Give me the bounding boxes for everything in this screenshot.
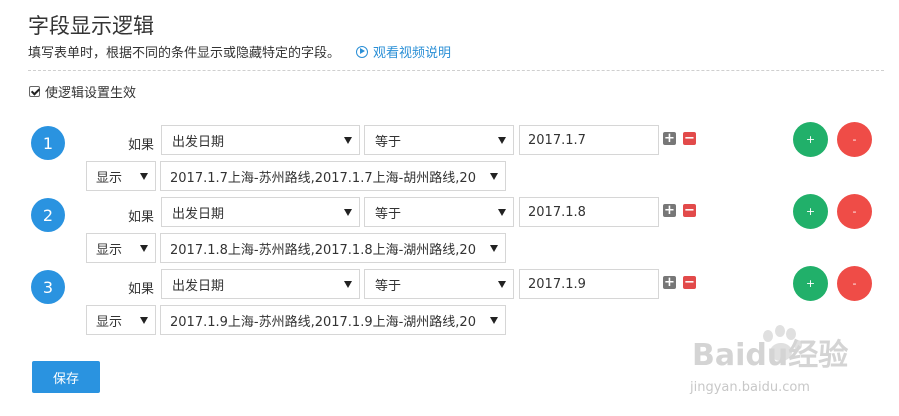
rule-number-badge: 1 [31, 126, 65, 160]
chevron-down-icon [490, 173, 498, 180]
target-fields-value: 2017.1.7上海-苏州路线,2017.1.7上海-胡州路线,20 [170, 170, 476, 186]
divider [28, 70, 884, 71]
action-select[interactable]: 显示 [86, 233, 156, 263]
chevron-down-icon [344, 209, 352, 216]
add-rule-button[interactable]: + [793, 122, 828, 157]
remove-condition-icon[interactable]: − [683, 132, 696, 145]
page-title: 字段显示逻辑 [28, 14, 154, 38]
action-select[interactable]: 显示 [86, 161, 156, 191]
condition-field-value: 出发日期 [172, 206, 225, 222]
condition-operator-select[interactable]: 等于 [364, 197, 514, 227]
action-value: 显示 [96, 170, 123, 186]
chevron-down-icon [140, 317, 148, 324]
save-button[interactable]: 保存 [32, 361, 100, 393]
remove-rule-button[interactable]: - [837, 266, 872, 301]
chevron-down-icon [490, 245, 498, 252]
action-value: 显示 [96, 242, 123, 258]
if-label: 如果 [128, 210, 155, 225]
condition-field-value: 出发日期 [172, 134, 225, 150]
enable-logic-label: 使逻辑设置生效 [45, 86, 137, 101]
chevron-down-icon [140, 173, 148, 180]
add-rule-button[interactable]: + [793, 266, 828, 301]
watermark-url: jingyan.baidu.com [690, 380, 810, 395]
remove-rule-button[interactable]: - [837, 194, 872, 229]
chevron-down-icon [344, 137, 352, 144]
add-condition-icon[interactable]: + [663, 204, 676, 217]
remove-condition-icon[interactable]: − [683, 204, 696, 217]
condition-value-input[interactable]: 2017.1.7 [519, 125, 659, 155]
add-condition-icon[interactable]: + [663, 276, 676, 289]
condition-value-input[interactable]: 2017.1.8 [519, 197, 659, 227]
condition-operator-value: 等于 [375, 278, 402, 294]
watermark-text: Baidu经验 [692, 338, 849, 373]
remove-rule-button[interactable]: - [837, 122, 872, 157]
rule-number-badge: 3 [31, 270, 65, 304]
remove-condition-icon[interactable]: − [683, 276, 696, 289]
target-fields-select[interactable]: 2017.1.7上海-苏州路线,2017.1.7上海-胡州路线,20 [160, 161, 506, 191]
play-icon [356, 45, 368, 58]
page-subtitle: 填写表单时，根据不同的条件显示或隐藏特定的字段。 [28, 46, 341, 61]
target-fields-value: 2017.1.9上海-苏州路线,2017.1.9上海-湖州路线,20 [170, 314, 476, 330]
chevron-down-icon [498, 209, 506, 216]
enable-logic[interactable]: 使逻辑设置生效 [29, 82, 136, 101]
video-help-link[interactable]: 观看视频说明 [356, 42, 451, 61]
condition-field-select[interactable]: 出发日期 [161, 269, 360, 299]
action-select[interactable]: 显示 [86, 305, 156, 335]
target-fields-select[interactable]: 2017.1.8上海-苏州路线,2017.1.8上海-湖州路线,20 [160, 233, 506, 263]
if-label: 如果 [128, 282, 155, 297]
target-fields-value: 2017.1.8上海-苏州路线,2017.1.8上海-湖州路线,20 [170, 242, 476, 258]
condition-operator-value: 等于 [375, 134, 402, 150]
condition-field-select[interactable]: 出发日期 [161, 197, 360, 227]
add-rule-button[interactable]: + [793, 194, 828, 229]
action-value: 显示 [96, 314, 123, 330]
chevron-down-icon [498, 281, 506, 288]
target-fields-select[interactable]: 2017.1.9上海-苏州路线,2017.1.9上海-湖州路线,20 [160, 305, 506, 335]
enable-logic-checkbox[interactable] [29, 86, 40, 97]
condition-field-select[interactable]: 出发日期 [161, 125, 360, 155]
chevron-down-icon [498, 137, 506, 144]
video-help-label: 观看视频说明 [373, 46, 452, 61]
if-label: 如果 [128, 138, 155, 153]
logic-rule: 1 如果 出发日期 等于 2017.1.7 + − + - 显示 2017.1.… [0, 122, 899, 198]
chevron-down-icon [140, 245, 148, 252]
add-condition-icon[interactable]: + [663, 132, 676, 145]
chevron-down-icon [344, 281, 352, 288]
condition-value-input[interactable]: 2017.1.9 [519, 269, 659, 299]
logic-rule: 2 如果 出发日期 等于 2017.1.8 + − + - 显示 2017.1.… [0, 194, 899, 270]
condition-operator-value: 等于 [375, 206, 402, 222]
condition-operator-select[interactable]: 等于 [364, 269, 514, 299]
rule-number-badge: 2 [31, 198, 65, 232]
condition-operator-select[interactable]: 等于 [364, 125, 514, 155]
condition-field-value: 出发日期 [172, 278, 225, 294]
chevron-down-icon [490, 317, 498, 324]
